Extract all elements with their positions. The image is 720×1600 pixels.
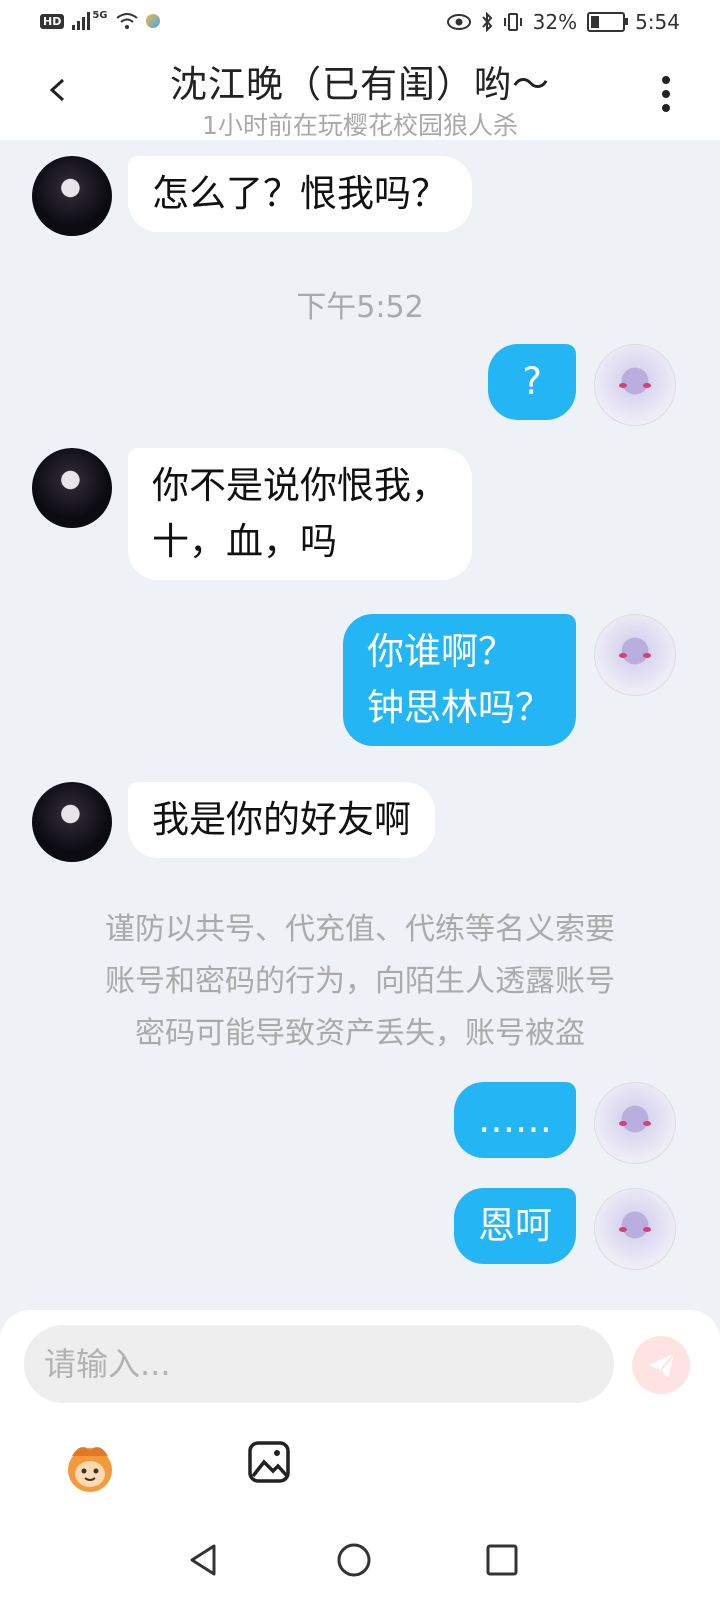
wifi-icon	[115, 13, 138, 29]
message-bubble[interactable]: ……	[454, 1082, 576, 1158]
hd-badge: HD	[40, 13, 65, 29]
message-text: 怎么了？恨我吗？	[152, 172, 448, 215]
more-icon[interactable]	[662, 76, 670, 112]
status-bar: HD 5G 32% 5:54	[0, 0, 720, 48]
message-text: 我是你的好友啊	[152, 798, 411, 841]
nav-home-icon[interactable]	[336, 1542, 372, 1578]
nav-back-icon[interactable]	[186, 1542, 222, 1578]
message-bubble[interactable]: 你谁啊？ 钟思林吗？	[343, 614, 576, 746]
battery-icon	[587, 12, 629, 32]
message-bubble[interactable]: 你不是说你恨我， 十，血，吗	[128, 448, 472, 580]
message-bubble[interactable]: ?	[488, 344, 576, 420]
signal-icon	[72, 12, 91, 30]
avatar[interactable]	[32, 448, 112, 528]
message-text: ?	[522, 360, 542, 403]
avatar[interactable]	[594, 344, 676, 426]
message-text-line: 钟思林吗？	[367, 686, 552, 729]
message-bubble[interactable]: 恩呵	[454, 1188, 576, 1264]
message-text-line: 十，血，吗	[152, 520, 337, 563]
composer: 请输入...	[0, 1310, 720, 1520]
notice-line: 密码可能导致资产丢失，账号被盗	[135, 1016, 585, 1051]
send-button[interactable]	[632, 1336, 690, 1394]
message-text: ……	[478, 1098, 552, 1141]
clock: 5:54	[635, 10, 680, 34]
message-list[interactable]: 怎么了？恨我吗？ 下午5:52 ? 你不是说你恨我， 十，血，吗 你谁啊？ 钟思…	[0, 140, 720, 1310]
message-timestamp: 下午5:52	[296, 290, 424, 325]
avatar[interactable]	[32, 782, 112, 862]
avatar[interactable]	[32, 156, 112, 236]
avatar[interactable]	[594, 1082, 676, 1164]
send-icon	[648, 1353, 675, 1378]
message-text: 恩呵	[478, 1204, 552, 1247]
bluetooth-icon	[481, 12, 492, 32]
message-text-line: 你不是说你恨我，	[152, 464, 448, 507]
contact-status: 1小时前在玩樱花校园狼人杀	[202, 111, 518, 140]
image-icon[interactable]	[247, 1440, 291, 1484]
nav-recents-icon[interactable]	[484, 1542, 520, 1578]
avatar[interactable]	[594, 1188, 676, 1270]
app-notification-icon	[145, 14, 160, 28]
notice-line: 账号和密码的行为，向陌生人透露账号	[105, 964, 615, 999]
system-nav-bar	[0, 1520, 720, 1600]
security-notice: 谨防以共号、代充值、代练等名义索要 账号和密码的行为，向陌生人透露账号 密码可能…	[50, 904, 670, 1060]
chat-header: 沈江晚（已有闺）哟～ 1小时前在玩樱花校园狼人杀	[0, 48, 720, 140]
battery-percent: 32%	[532, 10, 578, 34]
emoji-icon[interactable]	[62, 1440, 118, 1496]
avatar[interactable]	[594, 614, 676, 696]
message-bubble[interactable]: 我是你的好友啊	[128, 782, 435, 858]
eye-icon	[446, 14, 471, 30]
vibrate-icon	[503, 13, 522, 31]
notice-line: 谨防以共号、代充值、代练等名义索要	[105, 912, 615, 947]
message-input[interactable]: 请输入...	[24, 1325, 614, 1403]
message-bubble[interactable]: 怎么了？恨我吗？	[128, 156, 472, 232]
message-text-line: 你谁啊？	[367, 630, 515, 673]
network-type-label: 5G	[92, 9, 108, 21]
contact-name: 沈江晚（已有闺）哟～	[170, 63, 550, 106]
